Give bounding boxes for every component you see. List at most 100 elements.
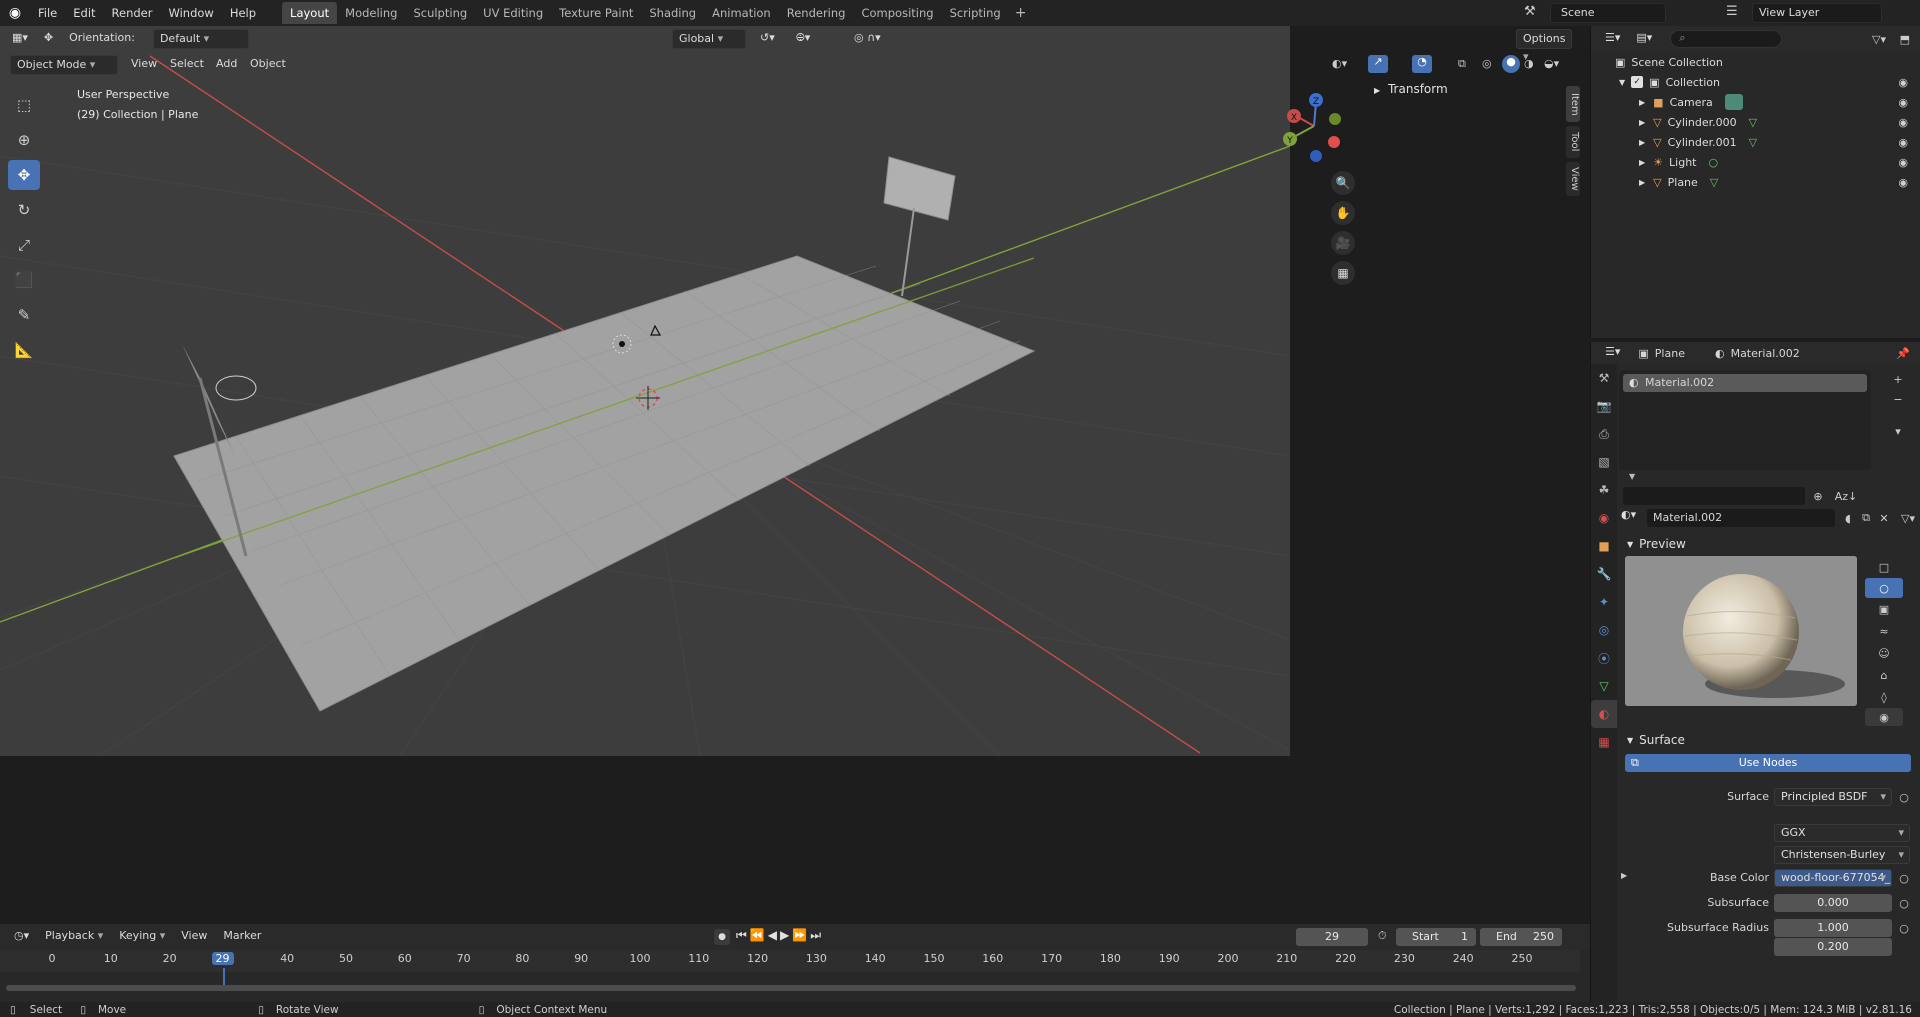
sidebar-transform-panel[interactable]: ▶ Transform: [1370, 82, 1564, 100]
invert-filter-icon[interactable]: ⊕: [1809, 487, 1827, 505]
preview-cube-icon[interactable]: ▣: [1875, 598, 1893, 620]
rotate-icon[interactable]: ↻: [8, 195, 40, 225]
jump-end-icon[interactable]: ⏭: [810, 928, 824, 942]
gizmo-toggle-icon[interactable]: ↗: [1368, 55, 1388, 73]
render-tab-icon[interactable]: 📷: [1591, 392, 1617, 420]
subsurface-radius-y-field[interactable]: 0.200: [1774, 938, 1892, 956]
subsurface-method-dropdown[interactable]: Christensen-Burley: [1774, 846, 1910, 864]
frame-ruler[interactable]: 0 10 20 29 40 50 60 70 80 90 100 110 120 130 140 150 160…: [0, 950, 1580, 990]
move-tool-icon[interactable]: ✥: [38, 29, 59, 49]
expand-icon[interactable]: ▶: [1639, 98, 1645, 107]
outliner-row-plane[interactable]: ▶ ▽ Plane ▽ ◉: [1591, 172, 1920, 192]
world-tab-icon[interactable]: ◉: [1591, 504, 1617, 532]
eye-icon[interactable]: ◉: [1898, 116, 1908, 129]
scene-icon[interactable]: ⚒: [1524, 4, 1536, 19]
outliner-row-camera[interactable]: ▶ ■ Camera ◉: [1591, 92, 1920, 112]
outliner-row-scene-collection[interactable]: ▣ Scene Collection: [1591, 52, 1920, 72]
slot-specials-icon[interactable]: ▾: [1889, 422, 1907, 440]
node-link-icon[interactable]: ▽▾: [1897, 509, 1919, 527]
object-tab-icon[interactable]: ■: [1591, 532, 1617, 560]
light-data-icon[interactable]: ○: [1708, 156, 1718, 169]
preview-world-icon[interactable]: ◉: [1865, 708, 1903, 726]
editor-type-icon[interactable]: ▦▾: [6, 29, 34, 49]
stopwatch-icon[interactable]: ⏱: [1378, 929, 1387, 943]
preview-flat-icon[interactable]: □: [1875, 556, 1893, 578]
mode-dropdown[interactable]: Object Mode: [10, 55, 118, 75]
add-slot-icon[interactable]: +: [1889, 370, 1907, 388]
view-layer-icon[interactable]: ☰: [1726, 4, 1738, 19]
tool-tab-icon[interactable]: ⚒: [1591, 364, 1617, 392]
expand-icon[interactable]: ▶: [1639, 158, 1645, 167]
next-key-icon[interactable]: ⏩: [792, 928, 810, 942]
wireframe-shading-icon[interactable]: ◎: [1482, 57, 1492, 70]
eye-icon[interactable]: ◉: [1898, 76, 1908, 89]
view-layer-tab-icon[interactable]: ▧: [1591, 448, 1617, 476]
output-tab-icon[interactable]: ⎙: [1591, 420, 1617, 448]
collapse-icon[interactable]: ▼: [1619, 78, 1625, 87]
pin-icon[interactable]: 📌: [1896, 347, 1910, 360]
camera-view-icon[interactable]: 🎥: [1331, 231, 1355, 255]
snap-icon[interactable]: ⨸▾: [790, 29, 816, 49]
proportional-edit-icon[interactable]: ◎ ∩▾: [848, 29, 887, 49]
tab-uv-editing[interactable]: UV Editing: [475, 2, 551, 24]
unlink-material-icon[interactable]: ✕: [1875, 509, 1893, 527]
cursor-tool-icon[interactable]: ⊕: [8, 125, 40, 155]
side-tab-view[interactable]: View: [1566, 162, 1580, 196]
outliner-row-cylinder-000[interactable]: ▶ ▽ Cylinder.000 ▽ ◉: [1591, 112, 1920, 132]
rendered-shading-icon[interactable]: ◒▾: [1544, 57, 1559, 70]
material-tab-icon[interactable]: ◐: [1591, 700, 1617, 728]
fake-user-icon[interactable]: ◖: [1839, 509, 1857, 527]
timeline-scrollbar[interactable]: [6, 985, 1576, 991]
material-slot-item[interactable]: ◐ Material.002: [1623, 374, 1867, 392]
play-reverse-icon[interactable]: ◀: [768, 928, 780, 942]
tab-layout[interactable]: Layout: [282, 2, 338, 24]
collection-checkbox[interactable]: ✓: [1631, 76, 1644, 88]
duplicate-material-icon[interactable]: ⧉: [1857, 509, 1875, 527]
timeline-menu-view[interactable]: View: [175, 927, 213, 947]
orientation-dropdown[interactable]: Default: [152, 29, 249, 49]
options-dropdown[interactable]: Options: [1516, 29, 1573, 49]
transform-space-dropdown[interactable]: Global: [672, 29, 746, 49]
list-filter-input[interactable]: [1623, 487, 1805, 505]
blender-logo-icon[interactable]: ◉: [0, 0, 30, 26]
transform-icon[interactable]: ⬛: [8, 265, 40, 295]
zoom-icon[interactable]: 🔍: [1331, 171, 1355, 195]
scale-icon[interactable]: ⤢: [8, 230, 40, 260]
scene-selector[interactable]: Scene: [1550, 3, 1666, 23]
tab-modeling[interactable]: Modeling: [337, 2, 405, 24]
tab-rendering[interactable]: Rendering: [779, 2, 854, 24]
side-tab-item[interactable]: Item: [1566, 86, 1580, 122]
subsurface-link-icon[interactable]: ○: [1895, 894, 1913, 912]
outliner[interactable]: ☰▾ ▤▾ ⌕ ▽▾ ⬒ ▣ Scene Collection ▼ ✓ ▣ Co…: [1590, 26, 1920, 338]
data-tab-icon[interactable]: ▽: [1591, 672, 1617, 700]
ortho-toggle-icon[interactable]: ▦: [1331, 261, 1355, 285]
menu-window[interactable]: Window: [160, 0, 221, 26]
3d-viewport[interactable]: [0, 26, 1290, 756]
surface-panel-header[interactable]: ▼ Surface: [1619, 728, 1919, 752]
overlay-toggle-icon[interactable]: ◔: [1412, 55, 1432, 73]
preview-fluid-icon[interactable]: ◊: [1875, 686, 1893, 708]
use-nodes-button[interactable]: ⧉ Use Nodes: [1625, 754, 1911, 772]
visibility-icon[interactable]: ◐▾: [1332, 57, 1347, 70]
tab-scripting[interactable]: Scripting: [942, 2, 1009, 24]
remove-slot-icon[interactable]: −: [1889, 390, 1907, 408]
navigation-gizmo[interactable]: Z X Y: [1276, 88, 1346, 168]
pan-icon[interactable]: ✋: [1331, 201, 1355, 225]
material-browse-icon[interactable]: ◐▾: [1621, 508, 1636, 521]
outliner-row-cylinder-001[interactable]: ▶ ▽ Cylinder.001 ▽ ◉: [1591, 132, 1920, 152]
mesh-data-icon[interactable]: ▽: [1710, 176, 1718, 189]
material-slot-list[interactable]: ◐ Material.002: [1619, 370, 1871, 470]
constraints-tab-icon[interactable]: ⦿: [1591, 644, 1617, 672]
eye-icon[interactable]: ◉: [1898, 176, 1908, 189]
material-shading-icon[interactable]: ◑: [1524, 57, 1534, 70]
texture-tab-icon[interactable]: ▦: [1591, 728, 1617, 756]
preview-monkey-icon[interactable]: ☺: [1875, 642, 1893, 664]
subsurface-field[interactable]: 0.000: [1774, 894, 1892, 912]
tab-shading[interactable]: Shading: [641, 2, 704, 24]
tab-animation[interactable]: Animation: [704, 2, 779, 24]
tab-sculpting[interactable]: Sculpting: [405, 2, 475, 24]
outliner-editor-icon[interactable]: ☰▾: [1599, 29, 1626, 49]
outliner-search-input[interactable]: ⌕: [1670, 30, 1783, 48]
base-color-link-icon[interactable]: ○: [1895, 869, 1913, 887]
eye-icon[interactable]: ◉: [1898, 156, 1908, 169]
